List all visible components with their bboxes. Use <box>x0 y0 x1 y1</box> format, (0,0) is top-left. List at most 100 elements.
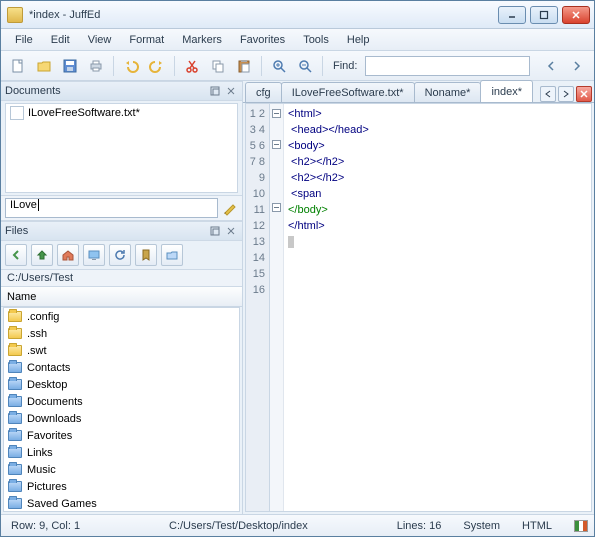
menu-favorites[interactable]: Favorites <box>232 32 293 48</box>
folder-icon <box>8 396 22 407</box>
find-input[interactable] <box>365 56 530 76</box>
file-row[interactable]: Saved Games <box>4 495 239 512</box>
files-list[interactable]: .config .ssh .swt Contacts Desktop Documents D… <box>3 307 240 512</box>
file-name: .config <box>27 311 59 323</box>
folder-icon <box>8 464 22 475</box>
refresh-button[interactable] <box>109 244 131 266</box>
files-column-header[interactable]: Name <box>1 287 242 307</box>
statusbar: Row: 9, Col: 1 C:/Users/Test/Desktop/ind… <box>1 514 594 536</box>
file-name: .ssh <box>27 328 47 340</box>
files-title: Files <box>5 225 28 237</box>
document-item[interactable]: ILoveFreeSoftware.txt* <box>6 104 237 122</box>
close-panel-icon[interactable] <box>224 84 238 98</box>
zoom-out-button[interactable] <box>294 55 316 77</box>
file-name: Contacts <box>27 362 70 374</box>
clear-filter-icon[interactable] <box>222 200 238 216</box>
code-editor[interactable]: 1 2 3 4 5 6 7 8 9 10 11 12 13 14 15 16 <… <box>245 103 592 512</box>
menu-file[interactable]: File <box>7 32 41 48</box>
folder-icon <box>8 498 22 509</box>
tab-close-button[interactable] <box>576 86 592 102</box>
editor-tab[interactable]: Noname* <box>414 82 482 102</box>
editor-tab[interactable]: ILoveFreeSoftware.txt* <box>281 82 415 102</box>
file-row[interactable]: Pictures <box>4 478 239 495</box>
maximize-button[interactable] <box>530 6 558 24</box>
folder-icon <box>8 413 22 424</box>
new-file-button[interactable] <box>7 55 29 77</box>
close-button[interactable] <box>562 6 590 24</box>
folder-icon <box>8 430 22 441</box>
toolbar-separator <box>261 56 262 76</box>
file-row[interactable]: .config <box>4 308 239 325</box>
editor-tab[interactable]: cfg <box>245 82 282 102</box>
redo-button[interactable] <box>146 55 168 77</box>
file-row[interactable]: Contacts <box>4 359 239 376</box>
tabs-scroll-left-button[interactable] <box>540 86 556 102</box>
zoom-in-button[interactable] <box>268 55 290 77</box>
tabs-scroll-right-button[interactable] <box>558 86 574 102</box>
minimize-button[interactable] <box>498 6 526 24</box>
file-row[interactable]: .swt <box>4 342 239 359</box>
editor-tab[interactable]: index* <box>480 80 533 102</box>
find-next-button[interactable] <box>566 55 588 77</box>
file-row[interactable]: Downloads <box>4 410 239 427</box>
save-button[interactable] <box>59 55 81 77</box>
documents-list[interactable]: ILoveFreeSoftware.txt* <box>5 103 238 193</box>
menu-format[interactable]: Format <box>121 32 172 48</box>
file-row[interactable]: Desktop <box>4 376 239 393</box>
status-language[interactable]: HTML <box>518 520 556 532</box>
file-name: Pictures <box>27 481 67 493</box>
documents-filter-input[interactable]: ILove <box>5 198 218 218</box>
copy-button[interactable] <box>207 55 229 77</box>
file-row[interactable]: Documents <box>4 393 239 410</box>
folder-icon <box>8 481 22 492</box>
back-button[interactable] <box>5 244 27 266</box>
menubar: File Edit View Format Markers Favorites … <box>1 29 594 51</box>
editor-tabs: cfgILoveFreeSoftware.txt*Noname*index* <box>243 81 594 103</box>
app-window: *index - JuffEd File Edit View Format Ma… <box>0 0 595 537</box>
menu-view[interactable]: View <box>80 32 120 48</box>
menu-edit[interactable]: Edit <box>43 32 78 48</box>
folder-icon <box>8 379 22 390</box>
file-name: .swt <box>27 345 47 357</box>
cut-button[interactable] <box>181 55 203 77</box>
home-button[interactable] <box>57 244 79 266</box>
line-number-gutter: 1 2 3 4 5 6 7 8 9 10 11 12 13 14 15 16 <box>246 104 270 511</box>
print-button[interactable] <box>85 55 107 77</box>
titlebar[interactable]: *index - JuffEd <box>1 1 594 29</box>
files-panel-header: Files <box>1 221 242 241</box>
status-lines: Lines: 16 <box>393 520 446 532</box>
new-folder-button[interactable] <box>161 244 183 266</box>
code-area[interactable]: <html> <head></head> <body> <h2></h2> <h… <box>284 104 591 511</box>
file-row[interactable]: Links <box>4 444 239 461</box>
bookmark-button[interactable] <box>135 244 157 266</box>
close-panel-icon[interactable] <box>224 224 238 238</box>
menu-tools[interactable]: Tools <box>295 32 337 48</box>
file-row[interactable]: Favorites <box>4 427 239 444</box>
document-name: ILoveFreeSoftware.txt* <box>28 107 140 119</box>
undock-icon[interactable] <box>208 224 222 238</box>
fold-column[interactable] <box>270 104 284 511</box>
menu-help[interactable]: Help <box>339 32 378 48</box>
status-encoding[interactable]: System <box>459 520 504 532</box>
paste-button[interactable] <box>233 55 255 77</box>
undock-icon[interactable] <box>208 84 222 98</box>
file-name: Desktop <box>27 379 67 391</box>
status-path: C:/Users/Test/Desktop/index <box>98 520 379 532</box>
file-row[interactable]: .ssh <box>4 325 239 342</box>
menu-markers[interactable]: Markers <box>174 32 230 48</box>
file-row[interactable]: Music <box>4 461 239 478</box>
file-name: Downloads <box>27 413 81 425</box>
toolbar-separator <box>322 56 323 76</box>
current-path[interactable]: C:/Users/Test <box>1 269 242 287</box>
undo-button[interactable] <box>120 55 142 77</box>
app-icon <box>7 7 23 23</box>
up-button[interactable] <box>31 244 53 266</box>
find-prev-button[interactable] <box>540 55 562 77</box>
folder-icon <box>8 328 22 339</box>
folder-icon <box>8 345 22 356</box>
find-label: Find: <box>333 60 357 72</box>
open-button[interactable] <box>33 55 55 77</box>
desktop-button[interactable] <box>83 244 105 266</box>
toolbar-separator <box>174 56 175 76</box>
folder-icon <box>8 311 22 322</box>
